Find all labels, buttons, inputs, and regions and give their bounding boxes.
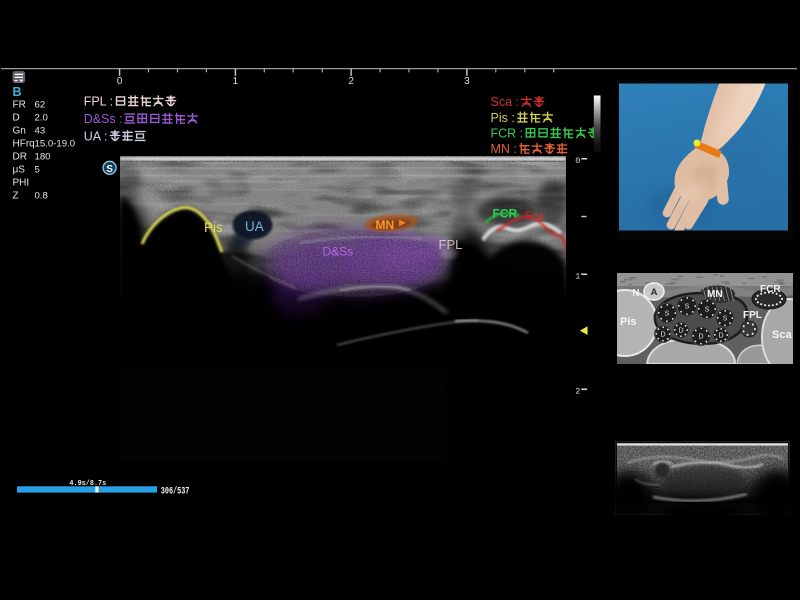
svg-text:Sca: Sca: [772, 329, 792, 341]
svg-text:S: S: [665, 311, 670, 318]
svg-text:S: S: [705, 307, 710, 314]
svg-text:1: 1: [575, 272, 580, 282]
svg-text:MN :: MN :: [491, 142, 517, 156]
svg-text:A: A: [651, 287, 658, 298]
svg-text:D: D: [698, 334, 703, 341]
svg-text:0: 0: [117, 76, 123, 87]
svg-text:Sca: Sca: [525, 210, 545, 222]
svg-text:FR: FR: [13, 100, 26, 111]
svg-text:FPL: FPL: [743, 310, 762, 321]
svg-text:Pis: Pis: [620, 316, 637, 328]
svg-text:S: S: [106, 164, 113, 175]
svg-text:43: 43: [35, 126, 46, 137]
svg-text:MN: MN: [707, 289, 723, 300]
svg-text:UA :: UA :: [84, 129, 108, 143]
svg-text:62: 62: [35, 100, 46, 111]
svg-text:N: N: [632, 288, 639, 299]
svg-text:Sca :: Sca :: [491, 95, 520, 109]
svg-text:FPL :: FPL :: [84, 95, 113, 109]
svg-text:S: S: [685, 304, 690, 311]
svg-text:UA: UA: [245, 219, 264, 234]
svg-text:Z: Z: [13, 191, 19, 202]
svg-text:D&Ss :: D&Ss :: [84, 112, 123, 126]
svg-text:B: B: [13, 85, 22, 99]
svg-text:FCR: FCR: [493, 206, 518, 220]
svg-text:D: D: [718, 333, 723, 340]
svg-text:180: 180: [35, 152, 51, 163]
svg-text:2: 2: [348, 76, 354, 87]
svg-text:DR: DR: [13, 152, 27, 163]
svg-text:D: D: [678, 328, 683, 335]
svg-text:0: 0: [575, 156, 580, 166]
svg-text:FPL: FPL: [439, 237, 463, 252]
svg-text:FCR :: FCR :: [491, 126, 524, 140]
svg-text:Gn: Gn: [13, 126, 26, 137]
svg-text:S: S: [723, 316, 728, 323]
svg-text:0.8: 0.8: [35, 191, 48, 202]
svg-text:Pis :: Pis :: [491, 111, 515, 125]
svg-text:3: 3: [464, 76, 470, 87]
svg-text:PHI: PHI: [13, 178, 30, 189]
svg-text:15.0-19.0: 15.0-19.0: [35, 139, 76, 150]
svg-text:306/537: 306/537: [161, 486, 190, 498]
svg-text:5: 5: [35, 165, 40, 176]
svg-text:HFrq: HFrq: [13, 139, 35, 150]
svg-text:Pis: Pis: [204, 220, 223, 235]
svg-text:1: 1: [233, 76, 239, 87]
svg-text:2: 2: [575, 387, 580, 397]
svg-text:MN: MN: [376, 218, 395, 232]
svg-text:2.0: 2.0: [35, 113, 48, 124]
svg-text:FCR: FCR: [760, 284, 781, 295]
svg-text:D: D: [13, 113, 20, 124]
svg-text:μS: μS: [13, 165, 26, 176]
svg-text:D&Ss: D&Ss: [323, 245, 354, 259]
svg-text:D: D: [660, 332, 665, 339]
